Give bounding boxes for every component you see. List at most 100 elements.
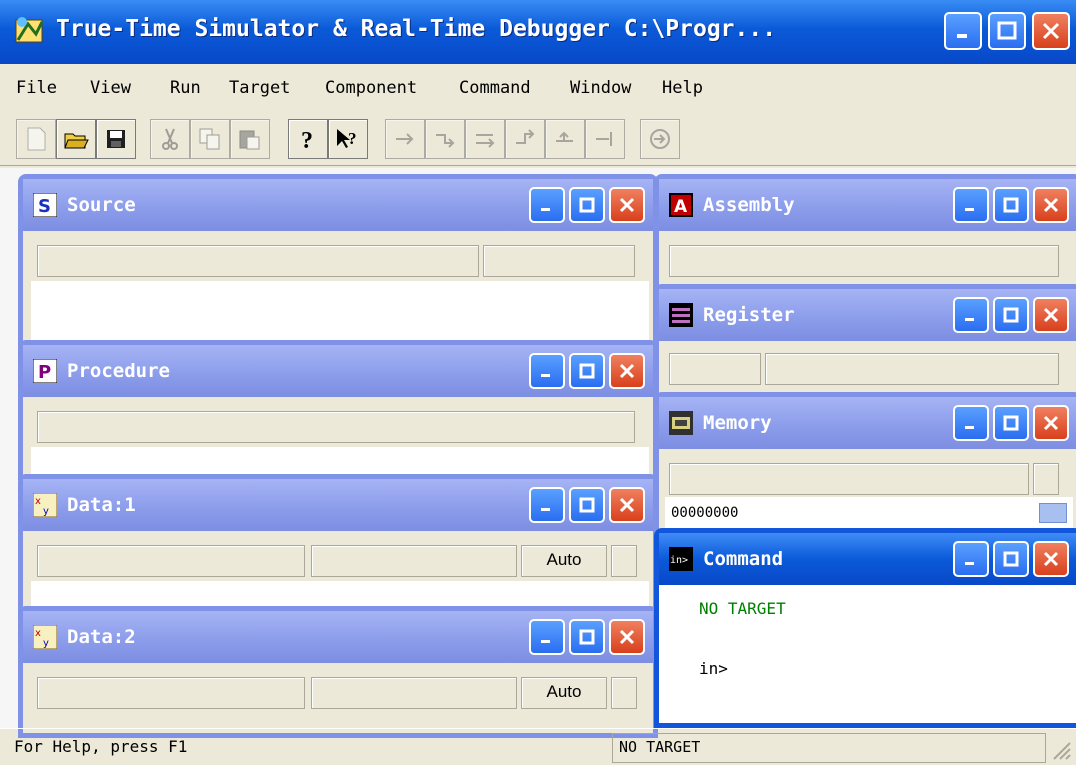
command-minimize-button[interactable] — [953, 541, 989, 577]
menu-help[interactable]: Help — [662, 78, 703, 98]
close-icon — [1043, 307, 1059, 323]
close-button[interactable] — [1032, 12, 1070, 50]
cut-button[interactable] — [150, 119, 190, 159]
data1-close-button[interactable] — [609, 487, 645, 523]
save-button[interactable] — [96, 119, 136, 159]
menu-file[interactable]: File — [16, 78, 57, 98]
menu-view[interactable]: View — [90, 78, 131, 98]
minimize-button[interactable] — [944, 12, 982, 50]
maximize-icon — [579, 197, 595, 213]
data1-content[interactable] — [31, 581, 649, 609]
source-content[interactable] — [31, 281, 649, 343]
data1-mode[interactable]: Auto — [521, 545, 607, 577]
mdi-area: S Source P Procedure x y Data:1 Auto x y… — [0, 168, 1076, 738]
command-close-button[interactable] — [1033, 541, 1069, 577]
memory-minimize-button[interactable] — [953, 405, 989, 441]
procedure-title-bar[interactable]: P Procedure — [23, 345, 653, 397]
start-button[interactable] — [385, 119, 425, 159]
svg-text:in>: in> — [670, 555, 688, 566]
command-title: Command — [703, 548, 784, 570]
data2-minimize-button[interactable] — [529, 619, 565, 655]
source-maximize-button[interactable] — [569, 187, 605, 223]
step-in-button[interactable] — [425, 119, 465, 159]
register-minimize-button[interactable] — [953, 297, 989, 333]
procedure-content[interactable] — [31, 447, 649, 475]
source-minimize-button[interactable] — [529, 187, 565, 223]
minimize-icon — [541, 640, 550, 643]
memory-title-bar[interactable]: Memory — [659, 397, 1076, 449]
register-window[interactable]: Register — [654, 284, 1076, 402]
register-icon — [669, 303, 693, 327]
memory-scroll-thumb[interactable] — [1039, 503, 1067, 523]
data1-maximize-button[interactable] — [569, 487, 605, 523]
data1-minimize-button[interactable] — [529, 487, 565, 523]
step-out-button[interactable] — [505, 119, 545, 159]
halt-button[interactable] — [585, 119, 625, 159]
data2-maximize-button[interactable] — [569, 619, 605, 655]
data1-title-bar[interactable]: xy Data:1 — [23, 479, 653, 531]
data1-window[interactable]: xy Data:1 Auto — [18, 474, 658, 614]
context-help-button[interactable]: ? — [328, 119, 368, 159]
procedure-window[interactable]: P Procedure — [18, 340, 658, 480]
resize-grip-icon[interactable] — [1048, 737, 1072, 761]
menu-target[interactable]: Target — [229, 78, 290, 98]
assembly-maximize-button[interactable] — [993, 187, 1029, 223]
register-field-1 — [669, 353, 761, 385]
paste-button[interactable] — [230, 119, 270, 159]
step-over-button[interactable] — [465, 119, 505, 159]
memory-content[interactable]: 00000000 — [665, 497, 1073, 531]
register-close-button[interactable] — [1033, 297, 1069, 333]
procedure-maximize-button[interactable] — [569, 353, 605, 389]
menu-component[interactable]: Component — [325, 78, 417, 98]
data2-mode[interactable]: Auto — [521, 677, 607, 709]
data-icon: xy — [33, 493, 57, 517]
source-window[interactable]: S Source — [18, 174, 658, 348]
maximize-button[interactable] — [988, 12, 1026, 50]
memory-close-button[interactable] — [1033, 405, 1069, 441]
reset-button[interactable] — [640, 119, 680, 159]
assembly-step-button[interactable] — [545, 119, 585, 159]
assembly-minimize-button[interactable] — [953, 187, 989, 223]
svg-text:A: A — [674, 197, 688, 217]
new-button[interactable] — [16, 119, 56, 159]
command-maximize-button[interactable] — [993, 541, 1029, 577]
arrow-right-icon — [396, 133, 414, 145]
menu-command[interactable]: Command — [459, 78, 531, 98]
data2-close-button[interactable] — [609, 619, 645, 655]
status-bar: For Help, press F1 NO TARGET — [0, 728, 1076, 765]
copy-button[interactable] — [190, 119, 230, 159]
svg-text:y: y — [43, 638, 49, 649]
procedure-minimize-button[interactable] — [529, 353, 565, 389]
window-title: True-Time Simulator & Real-Time Debugger… — [56, 16, 777, 42]
command-title-bar[interactable]: in> Command — [659, 533, 1076, 585]
close-icon — [1043, 551, 1059, 567]
cut-icon — [162, 128, 178, 150]
memory-window[interactable]: Memory 00000000 — [654, 392, 1076, 536]
maximize-icon — [1003, 307, 1019, 323]
register-maximize-button[interactable] — [993, 297, 1029, 333]
assembly-window[interactable]: A Assembly — [654, 174, 1076, 294]
assembly-title-bar[interactable]: A Assembly — [659, 179, 1076, 231]
command-prompt[interactable]: in> — [699, 659, 728, 678]
command-window[interactable]: in> Command NO TARGET in> — [654, 528, 1076, 728]
data1-scope-field — [37, 545, 305, 577]
help-button[interactable]: ? — [288, 119, 328, 159]
assembly-close-button[interactable] — [1033, 187, 1069, 223]
menu-bar: File View Run Target Component Command W… — [0, 68, 1076, 108]
data2-title-bar[interactable]: xy Data:2 — [23, 611, 653, 663]
command-console[interactable]: NO TARGET in> — [659, 585, 1076, 723]
memory-maximize-button[interactable] — [993, 405, 1029, 441]
source-close-button[interactable] — [609, 187, 645, 223]
menu-window[interactable]: Window — [570, 78, 631, 98]
register-title: Register — [703, 304, 795, 326]
open-button[interactable] — [56, 119, 96, 159]
memory-status-field — [669, 463, 1029, 495]
data2-window[interactable]: xy Data:2 Auto — [18, 606, 658, 738]
register-title-bar[interactable]: Register — [659, 289, 1076, 341]
app-icon — [15, 17, 44, 43]
menu-run[interactable]: Run — [170, 78, 201, 98]
source-title-bar[interactable]: S Source — [23, 179, 653, 231]
title-bar[interactable]: True-Time Simulator & Real-Time Debugger… — [0, 0, 1076, 64]
minimize-icon — [965, 562, 974, 565]
procedure-close-button[interactable] — [609, 353, 645, 389]
